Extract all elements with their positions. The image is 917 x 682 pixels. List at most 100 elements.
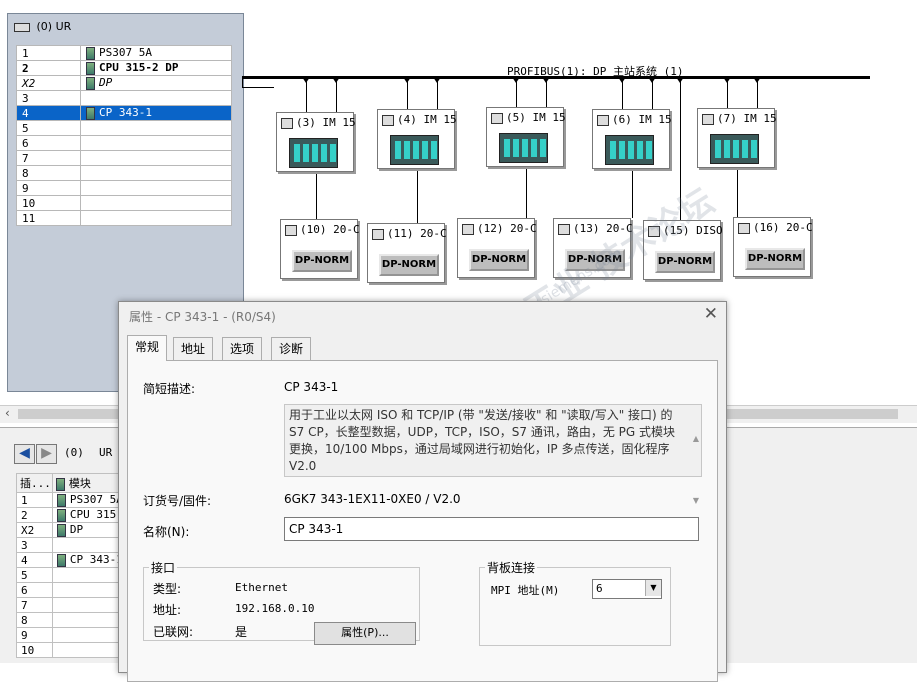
detail-slot: 8 — [16, 612, 53, 628]
detail-row[interactable]: 2 CPU 315- — [16, 507, 127, 523]
network-view: (3) IM 15 (4) IM 15 (5) IM 15 (6) IM 15 (7) … — [0, 0, 917, 300]
detail-slot: 9 — [16, 627, 53, 643]
detail-slot: 6 — [16, 582, 53, 598]
bus-drop-line — [516, 79, 517, 107]
bus-drop-line — [316, 172, 317, 219]
detail-module — [51, 597, 127, 613]
properties-dialog: 属性 - CP 343-1 - (R0/S4) ✕ 常规 地址 选项 诊断 简短… — [118, 301, 727, 682]
bus-drop-line — [336, 79, 337, 112]
description-text: 用于工业以太网 ISO 和 TCP/IP (带 "发送/接收" 和 "读取/写入… — [289, 408, 676, 473]
bus-drop-line — [526, 167, 527, 218]
tab-diagnostics[interactable]: 诊断 — [271, 337, 312, 360]
tab-address[interactable]: 地址 — [173, 337, 214, 360]
module-icon — [56, 553, 66, 567]
dp-node[interactable]: (12) 20-C DP-NORM — [457, 218, 537, 278]
dp-node[interactable]: (11) 20-C DP-NORM — [367, 223, 447, 283]
detail-slot: 1 — [16, 492, 53, 508]
detail-module — [51, 642, 127, 658]
detail-row[interactable]: 7 — [16, 597, 127, 613]
networked-value: 是 — [235, 625, 248, 639]
detail-module — [51, 537, 127, 553]
col-module-header[interactable]: 模块 — [51, 473, 127, 493]
detail-module: PS307 5A — [51, 492, 127, 508]
station-icon — [382, 114, 394, 126]
detail-module-text: DP — [69, 523, 84, 537]
im-node-label: (7) IM 15 — [702, 112, 777, 125]
bus-drop-line — [632, 169, 633, 218]
detail-row[interactable]: 10 — [16, 642, 127, 658]
detail-slot: X2 — [16, 522, 53, 538]
col-slot-header[interactable]: 插... — [16, 473, 53, 493]
im-node[interactable]: (3) IM 15 — [276, 112, 356, 172]
detail-module-text: PS307 5A — [69, 493, 123, 507]
bus-junction — [676, 77, 684, 83]
dp-node-label: (16) 20-C — [738, 221, 813, 234]
detail-row[interactable]: 4 CP 343-1 — [16, 552, 127, 568]
im-node-text: (3) IM 15 — [296, 116, 356, 129]
detail-row[interactable]: 1 PS307 5A — [16, 492, 127, 508]
detail-row[interactable]: 8 — [16, 612, 127, 628]
dp-node-text: (11) 20-C — [387, 227, 447, 240]
im-node[interactable]: (5) IM 15 — [486, 107, 566, 167]
im-node-text: (7) IM 15 — [717, 112, 777, 125]
dp-node[interactable]: (10) 20-C DP-NORM — [280, 219, 360, 279]
detail-slot: 4 — [16, 552, 53, 568]
interface-legend: 接口 — [151, 561, 176, 575]
dp-norm-button[interactable]: DP-NORM — [469, 249, 529, 271]
description-scrollbar[interactable]: ▲ ▼ — [693, 408, 699, 532]
dp-node-label: (12) 20-C — [462, 222, 537, 235]
detail-row[interactable]: 9 — [16, 627, 127, 643]
name-input[interactable] — [284, 517, 699, 541]
order-label: 订货号/固件: — [143, 494, 212, 508]
bus-drop-line — [757, 79, 758, 108]
mpi-value: 6 — [596, 582, 603, 595]
bus-drop-line — [737, 168, 738, 220]
detail-row[interactable]: X2 DP — [16, 522, 127, 538]
detail-module — [51, 567, 127, 583]
station-icon — [281, 117, 293, 129]
detail-row[interactable]: 6 — [16, 582, 127, 598]
im-node[interactable]: (7) IM 15 — [697, 108, 777, 168]
dp-node[interactable]: (16) 20-C DP-NORM — [733, 217, 813, 277]
address-label: 地址: — [153, 603, 182, 617]
dp-norm-button[interactable]: DP-NORM — [379, 254, 439, 276]
detail-slot: 5 — [16, 567, 53, 583]
scroll-left-icon[interactable]: ‹ — [5, 406, 10, 420]
dp-norm-button[interactable]: DP-NORM — [655, 251, 715, 273]
bus-drop-line — [622, 79, 623, 109]
close-icon[interactable]: ✕ — [704, 304, 718, 324]
bus-drop-line — [546, 79, 547, 107]
mpi-address-select[interactable]: 6 ▼ — [592, 579, 662, 599]
bus-drop-line — [437, 79, 438, 109]
station-icon — [285, 224, 297, 236]
detail-slot: 3 — [16, 537, 53, 553]
forward-arrow-icon[interactable]: ▶ — [36, 444, 57, 464]
detail-row[interactable]: 5 — [16, 567, 127, 583]
bus-drop-line — [652, 79, 653, 109]
detail-module-text: CPU 315- — [69, 508, 123, 522]
detail-module — [51, 627, 127, 643]
module-rack-icon — [499, 133, 548, 163]
dp-norm-button[interactable]: DP-NORM — [745, 248, 805, 270]
module-rack-icon — [390, 135, 439, 165]
station-icon — [597, 114, 609, 126]
back-arrow-icon[interactable]: ◀ — [14, 444, 35, 464]
im-node[interactable]: (4) IM 15 — [377, 109, 457, 169]
chevron-down-icon[interactable]: ▼ — [645, 580, 661, 596]
detail-row[interactable]: 3 — [16, 537, 127, 553]
detail-module: CP 343-1 — [51, 552, 127, 568]
im-node[interactable]: (6) IM 15 — [592, 109, 672, 169]
tab-general[interactable]: 常规 — [127, 335, 168, 361]
im-node-text: (6) IM 15 — [612, 113, 672, 126]
mpi-label: MPI 地址(M) — [491, 584, 560, 597]
tab-options[interactable]: 选项 — [222, 337, 263, 360]
description-box[interactable]: 用于工业以太网 ISO 和 TCP/IP (带 "发送/接收" 和 "读取/写入… — [284, 404, 702, 505]
station-icon — [702, 113, 714, 125]
dp-norm-button[interactable]: DP-NORM — [292, 250, 352, 272]
lower-rack-name: UR — [99, 446, 113, 459]
station-icon — [462, 223, 474, 235]
lower-rack-label: (0) — [64, 446, 84, 459]
detail-slot: 2 — [16, 507, 53, 523]
bus-drop-line — [727, 79, 728, 108]
interface-properties-button[interactable]: 属性(P)... — [314, 622, 416, 645]
